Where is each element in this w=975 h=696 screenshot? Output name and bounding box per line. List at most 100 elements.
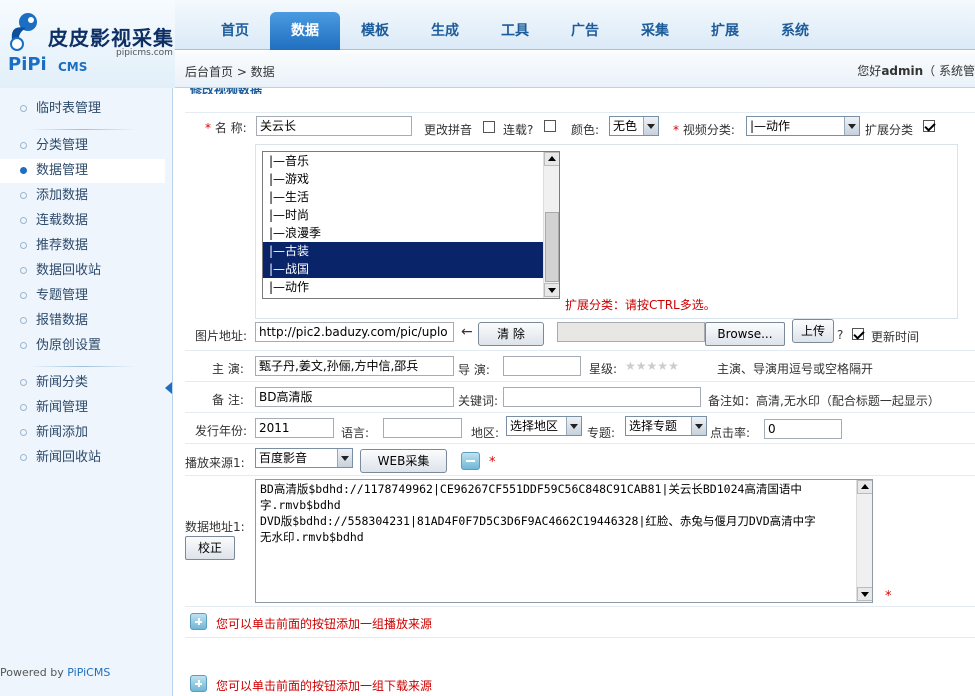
remove-source-icon[interactable] [461,452,480,470]
topic-select[interactable]: 选择专题 [625,416,707,436]
required-mark: * [205,121,211,135]
bullet-icon [20,429,27,436]
sidebar-item-data-recycle[interactable]: 数据回收站 [0,259,165,283]
sidebar-item-topics[interactable]: 专题管理 [0,284,165,308]
keyword-input[interactable] [503,387,701,407]
nav-collect[interactable]: 采集 [620,12,690,50]
scroll-thumb[interactable] [545,212,559,282]
nav-home[interactable]: 首页 [200,12,270,50]
sidebar-item-temp-table[interactable]: 临时表管理 [0,97,165,121]
list-item[interactable]: |—动作 [263,278,559,296]
sidebar-item-pseudo-original[interactable]: 伪原创设置 [0,334,165,358]
sidebar-item-label: 连载数据 [36,213,89,228]
nav-ads[interactable]: 广告 [550,12,620,50]
category-label-text: 视频分类: [682,123,735,137]
hits-input[interactable]: 0 [764,419,842,439]
category-select[interactable]: |—动作 [746,116,860,136]
update-time-label: 更新时间 [871,330,920,344]
star-icon[interactable]: ★ [647,359,658,373]
star-icon[interactable]: ★ [625,359,636,373]
actor-input[interactable]: 甄子丹,姜文,孙俪,方中信,邵兵 [255,356,454,376]
sidebar-item-label: 新闻分类 [36,375,89,390]
topic-label: 专题: [587,426,616,440]
add-play-source-hint: 您可以单击前面的按钮添加一组播放来源 [216,617,433,631]
star-icon[interactable]: ★ [636,359,647,373]
sidebar-item-news-add[interactable]: 新闻添加 [0,421,165,445]
list-item[interactable]: |—生活 [263,188,559,206]
list-item[interactable]: |—时尚 [263,206,559,224]
scroll-down-icon[interactable] [544,283,559,297]
powered-brand[interactable]: PiPiCMS [67,666,110,679]
list-item[interactable]: |—浪漫季 [263,224,559,242]
sidebar-item-label: 新闻回收站 [36,450,102,465]
director-label: 导 演: [458,363,490,377]
bullet-icon [20,105,27,112]
bullet-icon [20,379,27,386]
scroll-up-icon[interactable] [544,152,559,166]
add-play-source-icon[interactable] [190,613,207,630]
greeting-suffix: （ 系统管 [923,64,975,78]
sidebar-item-categories[interactable]: 分类管理 [0,134,165,158]
scroll-down-icon[interactable] [857,587,872,601]
ext-category-checkbox[interactable] [923,120,935,132]
sidebar-item-data-manage[interactable]: 数据管理 [0,159,165,183]
pic-url-input[interactable]: http://pic2.baduzy.com/pic/uplo [255,322,454,342]
year-input[interactable]: 2011 [255,418,334,438]
color-select[interactable]: 无色 [609,116,659,136]
list-item-selected[interactable]: |—战国 [263,260,559,278]
name-input[interactable]: 关云长 [256,116,412,136]
data-address-textarea[interactable]: BD高清版$bdhd://1178749962|CE96267CF551DDF5… [255,479,873,603]
source-select[interactable]: 百度影音 [255,448,353,468]
help-icon[interactable]: ? [837,328,843,342]
scroll-up-icon[interactable] [857,480,872,494]
sidebar-item-recommended[interactable]: 推荐数据 [0,234,165,258]
serial-checkbox[interactable] [544,120,556,132]
star-rating[interactable]: ★★★★★ [625,359,679,373]
arrow-left-icon: ← [461,324,473,340]
greeting-prefix: 您好 [857,64,882,78]
nav-system[interactable]: 系统 [760,12,830,50]
sidebar-item-error-data[interactable]: 报错数据 [0,309,165,333]
required-mark: * [489,455,496,470]
language-input[interactable] [383,418,462,438]
star-icon[interactable]: ★ [668,359,679,373]
required-mark: * [673,123,679,137]
fix-button[interactable]: 校正 [185,536,235,560]
chevron-down-icon [337,449,352,467]
nav-generate[interactable]: 生成 [410,12,480,50]
pinyin-checkbox[interactable] [483,121,495,133]
nav-extend[interactable]: 扩展 [690,12,760,50]
sidebar-item-label: 报错数据 [36,313,89,328]
nav-template[interactable]: 模板 [340,12,410,50]
sidebar-item-add-data[interactable]: 添加数据 [0,184,165,208]
clear-button[interactable]: 清 除 [478,322,544,346]
sidebar-item-news-recycle[interactable]: 新闻回收站 [0,446,165,470]
sidebar-item-label: 推荐数据 [36,238,89,253]
sidebar-item-serial-data[interactable]: 连载数据 [0,209,165,233]
logo-brand-cms: CMS [58,60,88,74]
collapse-sidebar-icon[interactable] [165,382,172,394]
list-item[interactable]: |—音乐 [263,152,559,170]
bullet-icon [20,192,27,199]
add-download-source-icon[interactable] [190,675,207,692]
browse-button[interactable]: Browse... [705,322,785,346]
web-collect-button[interactable]: WEB采集 [360,449,447,473]
area-select[interactable]: 选择地区 [506,416,582,436]
textarea-scrollbar[interactable] [856,480,872,602]
sidebar-item-news-categories[interactable]: 新闻分类 [0,371,165,395]
director-input[interactable] [503,356,581,376]
ext-category-listbox[interactable]: |—音乐 |—游戏 |—生活 |—时尚 |—浪漫季 |—古装 |—战国 |—动作 [262,151,560,299]
nav-tools[interactable]: 工具 [480,12,550,50]
sidebar-item-news-manage[interactable]: 新闻管理 [0,396,165,420]
nav-data[interactable]: 数据 [270,12,340,50]
list-item-selected[interactable]: |—古装 [263,242,559,260]
greeting: 您好admin（ 系统管 [857,62,975,79]
star-icon[interactable]: ★ [657,359,668,373]
list-item[interactable]: |—游戏 [263,170,559,188]
note-input[interactable]: BD高清版 [255,387,454,407]
listbox-scrollbar[interactable] [543,152,559,298]
ext-category-label: 扩展分类 [865,123,914,137]
update-time-checkbox[interactable] [852,328,864,340]
file-path-input[interactable] [557,322,705,342]
upload-button[interactable]: 上传 [792,319,834,343]
